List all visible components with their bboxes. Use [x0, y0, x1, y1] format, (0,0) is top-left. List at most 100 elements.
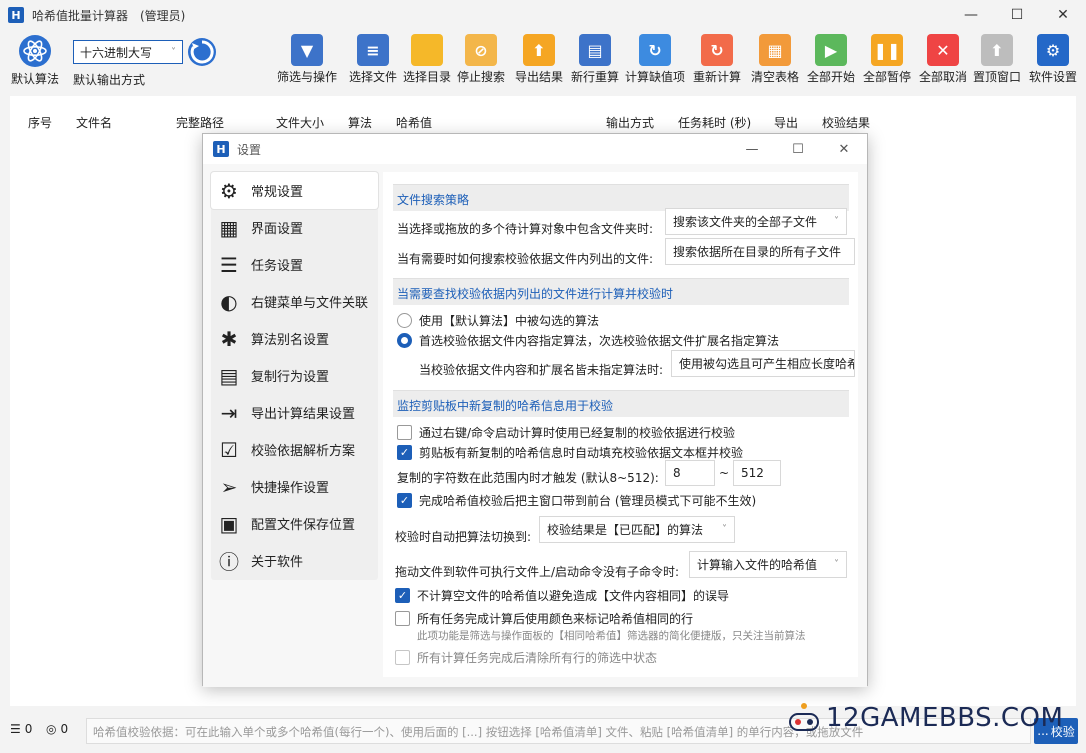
- toolbar-button-7[interactable]: ↻ 重新计算: [685, 34, 749, 85]
- row-count-value: 0: [24, 722, 33, 736]
- toolbar-icon-2: [411, 34, 443, 66]
- column-output-format[interactable]: 输出方式: [606, 114, 654, 131]
- checkbox-use-copied[interactable]: 通过右键/命令启动计算时使用已经复制的校验依据进行校验: [397, 424, 735, 441]
- checkbox-autofill-box[interactable]: ✓: [397, 445, 412, 460]
- toolbar-button-3[interactable]: ⊘ 停止搜索: [449, 34, 513, 85]
- checkbox-skip-empty[interactable]: ✓ 不计算空文件的哈希值以避免造成【文件内容相同】的误导: [395, 587, 729, 604]
- toolbar-icon-10: ❚❚: [871, 34, 903, 66]
- checkbox-color-mark[interactable]: 所有任务完成计算后使用颜色来标记哈希值相同的行: [395, 610, 693, 627]
- nav-item-8[interactable]: ➢ 快捷操作设置: [211, 468, 378, 505]
- app-logo-icon: H: [8, 7, 24, 23]
- toolbar-icon-6: ↻: [639, 34, 671, 66]
- checkbox-skip-empty-box[interactable]: ✓: [395, 588, 410, 603]
- toolbar-button-label: 全部暂停: [862, 70, 911, 84]
- dialog-minimize-button[interactable]: —: [729, 134, 775, 164]
- checkbox-color-mark-label: 所有任务完成计算后使用颜色来标记哈希值相同的行: [417, 612, 694, 626]
- nav-item-7[interactable]: ☑ 校验依据解析方案: [211, 431, 378, 468]
- nav-item-label: 配置文件保存位置: [251, 518, 356, 533]
- nav-item-label: 界面设置: [251, 222, 304, 237]
- radio-content-algo[interactable]: 首选校验依据文件内容指定算法，次选校验依据文件扩展名指定算法: [397, 332, 779, 349]
- drag-action-select[interactable]: 计算输入文件的哈希值 ˅: [689, 551, 847, 578]
- nav-item-3[interactable]: ◐ 右键菜单与文件关联: [211, 283, 378, 320]
- toolbar-button-5[interactable]: ▤ 新行重算: [563, 34, 627, 85]
- toolbar-button-8[interactable]: ▦ 清空表格: [743, 34, 807, 85]
- column-duration[interactable]: 任务耗时 (秒): [678, 114, 751, 131]
- fallback-algo-select[interactable]: 使用被勾选且可产生相应长度哈希值: [671, 350, 855, 377]
- checklist-icon: ☑: [220, 437, 238, 462]
- nav-item-1[interactable]: ▦ 界面设置: [211, 209, 378, 246]
- toolbar-icon-7: ↻: [701, 34, 733, 66]
- nav-item-2[interactable]: ☰ 任务设置: [211, 246, 378, 283]
- maximize-button[interactable]: ☐: [994, 0, 1040, 30]
- nav-item-6[interactable]: ⇥ 导出计算结果设置: [211, 394, 378, 431]
- toolbar-icon-3: ⊘: [465, 34, 497, 66]
- nav-item-0[interactable]: ⚙ 常规设置: [211, 172, 378, 209]
- toolbar-button-label: 软件设置: [1028, 70, 1077, 84]
- column-filename[interactable]: 文件名: [76, 114, 112, 131]
- column-export[interactable]: 导出: [774, 114, 798, 131]
- column-index[interactable]: 序号: [28, 114, 52, 131]
- column-algorithm[interactable]: 算法: [348, 114, 372, 131]
- chevron-down-icon: ˅: [834, 559, 839, 570]
- chevron-down-icon: ˅: [722, 524, 727, 535]
- column-verify-result[interactable]: 校验结果: [822, 114, 870, 131]
- minimize-button[interactable]: —: [948, 0, 994, 30]
- radio-default-algo-dot[interactable]: [397, 313, 412, 328]
- toolbar-button-10[interactable]: ❚❚ 全部暂停: [855, 34, 919, 85]
- dialog-close-button[interactable]: ✕: [821, 134, 867, 164]
- toolbar-button-label: 全部开始: [806, 70, 855, 84]
- toolbar-button-label: 重新计算: [692, 70, 741, 84]
- checkbox-use-copied-box[interactable]: [397, 425, 412, 440]
- listed-file-search-label: 当有需要时如何搜索校验依据文件内列出的文件:: [397, 252, 654, 266]
- checkbox-clear-filter-box[interactable]: [395, 650, 410, 665]
- folder-search-select[interactable]: 搜索该文件夹的全部子文件 ˅: [665, 208, 847, 235]
- dialog-maximize-button[interactable]: ☐: [775, 134, 821, 164]
- toolbar-button-9[interactable]: ▶ 全部开始: [799, 34, 863, 85]
- toolbar-button-12[interactable]: ⬆ 置顶窗口: [965, 34, 1029, 85]
- drag-action-value: 计算输入文件的哈希值: [697, 558, 818, 572]
- default-algo-button[interactable]: 默认算法: [6, 34, 64, 87]
- close-button[interactable]: ✕: [1040, 0, 1086, 30]
- chevron-down-icon: ˅: [834, 216, 839, 227]
- toolbar-button-13[interactable]: ⚙ 软件设置: [1021, 34, 1085, 85]
- column-full-path[interactable]: 完整路径: [176, 114, 224, 131]
- char-range-min-input[interactable]: 8: [665, 460, 715, 486]
- toolbar-button-4[interactable]: ⬆ 导出结果: [507, 34, 571, 85]
- listed-file-search-select[interactable]: 搜索依据所在目录的所有子文件: [665, 238, 855, 265]
- nav-item-10[interactable]: ⓘ 关于软件: [211, 542, 378, 579]
- export-arrow-icon: ⇥: [220, 400, 238, 425]
- refresh-ring-button[interactable]: [186, 36, 218, 68]
- radio-default-algo[interactable]: 使用【默认算法】中被勾选的算法: [397, 312, 599, 329]
- checkbox-clear-filter[interactable]: 所有计算任务完成后清除所有行的筛选中状态: [395, 649, 657, 666]
- toolbar-button-label: 筛选与操作: [276, 70, 337, 84]
- toolbar-icon-0: ▼: [291, 34, 323, 66]
- radio-content-algo-dot[interactable]: [397, 333, 412, 348]
- column-hash[interactable]: 哈希值: [396, 114, 432, 131]
- checkbox-autofill[interactable]: ✓ 剪贴板有新复制的哈希信息时自动填充校验依据文本框并校验: [397, 444, 743, 461]
- toolbar-button-6[interactable]: ↻ 计算缺值项: [623, 34, 687, 85]
- copy-document-icon: ▤: [219, 363, 239, 388]
- toolbar-button-0[interactable]: ▼ 筛选与操作: [275, 34, 339, 85]
- default-algo-label: 默认算法: [10, 72, 59, 86]
- checkbox-autofill-label: 剪贴板有新复制的哈希信息时自动填充校验依据文本框并校验: [419, 446, 744, 460]
- toolbar-icon-5: ▤: [579, 34, 611, 66]
- nav-item-label: 右键菜单与文件关联: [251, 296, 369, 311]
- checkbox-bring-front[interactable]: ✓ 完成哈希值校验后把主窗口带到前台 (管理员模式下可能不生效): [397, 492, 756, 509]
- checkbox-color-mark-box[interactable]: [395, 611, 410, 626]
- column-file-size[interactable]: 文件大小: [276, 114, 324, 131]
- gamepad-logo-icon: [789, 703, 819, 731]
- algo-switch-select[interactable]: 校验结果是【已匹配】的算法 ˅: [539, 516, 735, 543]
- checkbox-bring-front-box[interactable]: ✓: [397, 493, 412, 508]
- nav-item-label: 任务设置: [251, 259, 304, 274]
- list-icon: ☰: [10, 722, 21, 736]
- nav-item-4[interactable]: ✱ 算法别名设置: [211, 320, 378, 357]
- title-bar: H 哈希值批量计算器 (管理员) — ☐ ✕: [0, 0, 1086, 30]
- watermark: 12GAMEBBS.COM: [786, 700, 1063, 736]
- nav-item-5[interactable]: ▤ 复制行为设置: [211, 357, 378, 394]
- checkbox-clear-filter-label: 所有计算任务完成后清除所有行的筛选中状态: [417, 651, 658, 665]
- char-range-max-input[interactable]: 512: [733, 460, 781, 486]
- toolbar-button-label: 清空表格: [750, 70, 799, 84]
- nav-item-9[interactable]: ▣ 配置文件保存位置: [211, 505, 378, 542]
- output-format-select[interactable]: 十六进制大写 ˅: [73, 40, 183, 64]
- atom-icon: [18, 34, 52, 68]
